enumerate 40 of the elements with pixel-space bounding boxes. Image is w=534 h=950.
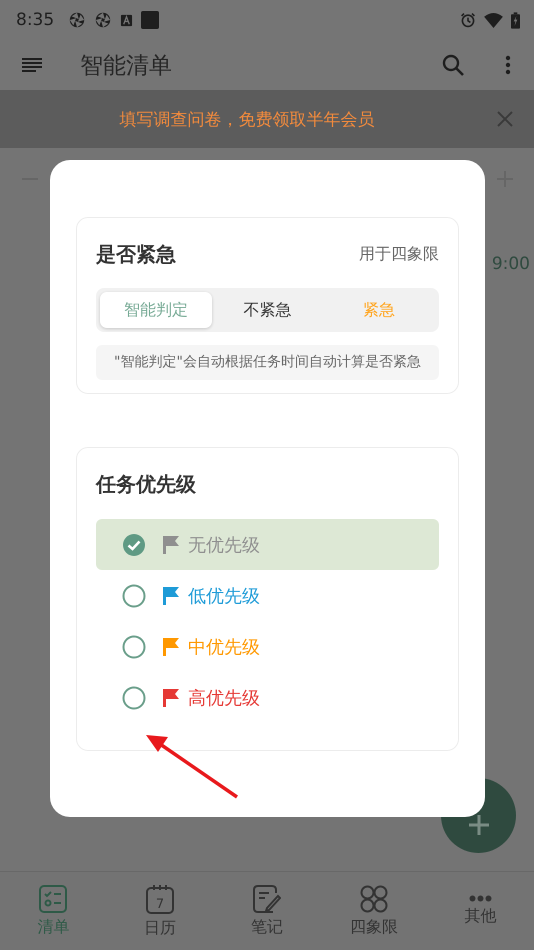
status-time: 8:35 <box>16 10 54 30</box>
checklist-icon <box>39 884 68 912</box>
dots-icon <box>469 895 492 902</box>
nav-tab[interactable]: 四象限 <box>320 872 428 950</box>
info-note: "智能判定"会自动根据任务时间自动计算是否紧急 <box>96 345 439 380</box>
note-edit-icon <box>252 884 281 912</box>
nav-tab[interactable]: 其他 <box>427 872 534 950</box>
section-title: 任务优先级 <box>96 470 196 498</box>
priority-option[interactable]: 无优先级 <box>96 519 439 570</box>
search-icon[interactable] <box>441 53 465 77</box>
radio-icon <box>122 686 146 710</box>
radio-icon <box>122 634 146 658</box>
aperture-icon <box>68 11 86 29</box>
nav-tab[interactable]: 笔记 <box>214 872 320 950</box>
checked-radio-icon <box>122 532 146 556</box>
radio-icon <box>122 584 146 608</box>
segment-tab[interactable]: 智能判定 <box>100 292 212 328</box>
alarm-icon <box>460 12 476 28</box>
segment-tab[interactable]: 紧急 <box>323 292 436 328</box>
aperture-icon <box>94 11 112 29</box>
menu-icon[interactable] <box>22 57 42 73</box>
promo-banner-text[interactable]: 填写调查问卷，免费领取半年会员 <box>120 108 374 130</box>
task-time: 9:00 <box>492 254 530 274</box>
section-hint: 用于四象限 <box>359 244 439 264</box>
priority-option[interactable]: 中优先级 <box>96 621 439 672</box>
nav-tab[interactable]: 7 日历 <box>106 872 214 950</box>
keyboard-icon <box>120 14 134 26</box>
priority-option[interactable]: 低优先级 <box>96 570 439 621</box>
nav-tab[interactable]: 清单 <box>0 872 107 950</box>
battery-icon <box>511 12 520 28</box>
wifi-icon <box>484 12 503 28</box>
more-icon[interactable] <box>505 55 511 75</box>
section-title: 是否紧急 <box>96 240 176 268</box>
quadrant-icon <box>360 884 388 912</box>
priority-option[interactable]: 高优先级 <box>96 672 439 723</box>
calendar-icon: 7 <box>146 884 174 914</box>
segment-tab[interactable]: 不紧急 <box>212 292 324 328</box>
plus-icon <box>468 814 488 834</box>
square-icon <box>141 11 160 29</box>
app-title: 智能清单 <box>80 52 172 80</box>
